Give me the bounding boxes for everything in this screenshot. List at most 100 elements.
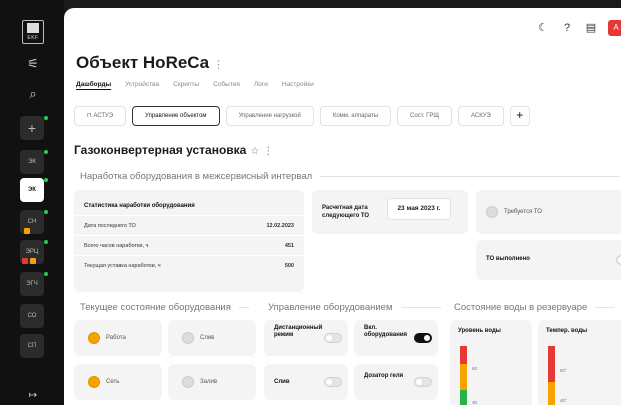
state-label: Слив bbox=[200, 335, 215, 341]
section-control: Управление оборудованием bbox=[268, 302, 441, 313]
tab-events[interactable]: События bbox=[213, 81, 240, 88]
water-level-label: Уровень воды bbox=[458, 328, 501, 334]
state-card-grid: Сеть bbox=[74, 364, 162, 400]
table-row: Текущая уставка наработки, ч 500 bbox=[74, 256, 304, 276]
sidebar-item-1[interactable]: ЭК bbox=[20, 150, 44, 174]
sidebar: EKF ⚟ ⌕ + ЭК ЭК СН ЭРЦ ЭГЧ СО СП ↦ bbox=[0, 0, 64, 405]
state-card-drain: Слив bbox=[168, 320, 256, 356]
divider bbox=[238, 307, 249, 308]
stats-title: Статистика наработки оборудования bbox=[74, 196, 304, 216]
tab-dashboards[interactable]: Дашборды bbox=[76, 81, 111, 88]
status-dot bbox=[44, 116, 48, 120]
row-value: 451 bbox=[284, 242, 294, 249]
page-title-text: Объект HoReCa bbox=[76, 53, 210, 72]
unit-title-text: Газоконвертерная установка bbox=[74, 143, 247, 157]
status-dot bbox=[44, 150, 48, 154]
next-service-date[interactable]: 23 мая 2023 г. bbox=[387, 198, 451, 220]
subtab-object-control[interactable]: Управление объектом bbox=[132, 106, 220, 126]
logout-icon[interactable]: ↦ bbox=[22, 386, 44, 405]
ekf-logo: EKF bbox=[22, 20, 44, 44]
drain-toggle[interactable] bbox=[324, 377, 342, 387]
gel-dispenser-toggle[interactable] bbox=[414, 377, 432, 387]
dashboard-tabs: ⊓ АСТУЭ Управление объектом Управление н… bbox=[74, 106, 530, 126]
row-label: Дата последнего ТО bbox=[84, 222, 136, 229]
subtab-askue[interactable]: АСКУЭ bbox=[458, 106, 504, 126]
section-runtime: Наработка оборудования в межсервисный ин… bbox=[80, 171, 621, 182]
gauge-tick: 40° bbox=[560, 398, 567, 403]
subtab-astue[interactable]: ⊓ АСТУЭ bbox=[74, 106, 127, 126]
add-object-button[interactable]: + bbox=[20, 116, 44, 140]
moon-icon[interactable]: ☾ bbox=[536, 21, 550, 35]
status-dot bbox=[44, 240, 48, 244]
gauge-orange-segment bbox=[460, 364, 467, 390]
sidebar-item-5[interactable]: ЭГЧ bbox=[20, 272, 44, 296]
state-card-fill: Залив bbox=[168, 364, 256, 400]
remote-mode-toggle[interactable] bbox=[324, 333, 342, 343]
subtab-grsch[interactable]: Сост. ГРЩ bbox=[397, 106, 452, 126]
divider bbox=[400, 307, 441, 308]
next-service-label: Расчетная дата следующего ТО bbox=[322, 205, 370, 219]
row-label: Всего часов наработки, ч bbox=[84, 242, 149, 249]
gauge-tick: 30 bbox=[472, 400, 478, 405]
control-card-gel: Дозатор геля bbox=[354, 364, 438, 400]
settings-sliders-icon[interactable]: ⚟ bbox=[22, 54, 44, 74]
control-label: Дозатор геля bbox=[364, 373, 404, 379]
header-actions: ☾ ? ▤ A bbox=[536, 20, 621, 36]
sidebar-item-7[interactable]: СП bbox=[20, 334, 44, 358]
service-done-toggle[interactable] bbox=[616, 255, 621, 265]
section-current: Текущее состояние оборудования bbox=[80, 302, 249, 313]
control-card-drain: Слив bbox=[264, 364, 348, 400]
control-card-power: Вкл. оборудования bbox=[354, 320, 438, 356]
control-label: Дистанционный режим bbox=[274, 325, 323, 338]
sidebar-item-6[interactable]: СО bbox=[20, 304, 44, 328]
status-dot bbox=[44, 272, 48, 276]
tab-scripts[interactable]: Скрипты bbox=[173, 81, 199, 88]
tab-logs[interactable]: Логи bbox=[254, 81, 268, 88]
warning-flag bbox=[24, 228, 30, 234]
service-required-label: Требуется ТО bbox=[504, 209, 542, 215]
control-label: Слив bbox=[274, 379, 290, 385]
status-dot bbox=[44, 178, 48, 182]
star-icon[interactable]: ☆ bbox=[250, 146, 259, 157]
warning-flag bbox=[30, 258, 36, 264]
power-toggle[interactable] bbox=[414, 333, 432, 343]
sidebar-item-2[interactable]: ЭК bbox=[20, 178, 44, 202]
kebab-icon[interactable]: ⋮ bbox=[213, 59, 224, 71]
state-indicator bbox=[88, 376, 100, 388]
alarm-flag bbox=[22, 258, 28, 264]
row-value: 12.02.2023 bbox=[266, 222, 294, 229]
status-dot bbox=[44, 210, 48, 214]
tab-devices[interactable]: Устройства bbox=[125, 81, 159, 88]
logo-mark-icon bbox=[27, 23, 39, 33]
user-avatar[interactable]: A bbox=[608, 20, 621, 36]
subtab-switching[interactable]: Комм. аппараты bbox=[319, 106, 392, 126]
control-label: Вкл. оборудования bbox=[364, 325, 408, 338]
section-water: Состояние воды в резервуаре bbox=[454, 302, 616, 313]
gauge-tick: 60° bbox=[560, 368, 567, 373]
tab-settings[interactable]: Настройки bbox=[282, 81, 314, 88]
divider bbox=[595, 307, 616, 308]
main-tabs: Дашборды Устройства Скрипты События Логи… bbox=[76, 81, 314, 88]
service-done-label: ТО выполнено bbox=[486, 256, 530, 262]
gauge-red-segment bbox=[548, 346, 555, 382]
next-service-card: Расчетная дата следующего ТО 23 мая 2023… bbox=[312, 190, 468, 234]
logo-text: EKF bbox=[27, 35, 39, 41]
help-icon[interactable]: ? bbox=[560, 21, 574, 35]
add-dashboard-button[interactable]: + bbox=[509, 106, 530, 126]
search-icon[interactable]: ⌕ bbox=[22, 84, 44, 104]
state-indicator bbox=[88, 332, 100, 344]
state-label: Работа bbox=[106, 335, 126, 341]
unit-title: Газоконвертерная установка ☆ ⋮ bbox=[74, 143, 273, 157]
archive-icon[interactable]: ▤ bbox=[584, 21, 598, 35]
divider bbox=[320, 176, 621, 177]
service-required-card: Требуется ТО bbox=[476, 190, 621, 234]
row-value: 500 bbox=[284, 263, 294, 269]
kebab-icon[interactable]: ⋮ bbox=[263, 146, 273, 157]
water-level-card: Уровень воды 60 30 bbox=[450, 320, 532, 405]
subtab-load-control[interactable]: Управление нагрузкой bbox=[225, 106, 314, 126]
state-label: Сеть bbox=[106, 379, 120, 385]
state-indicator bbox=[182, 332, 194, 344]
main-panel: ☾ ? ▤ A Объект HoReCa ⋮ Дашборды Устройст… bbox=[64, 8, 621, 405]
water-temp-card: Темпер. воды 60° 40° bbox=[538, 320, 621, 405]
gauge-green-segment bbox=[460, 390, 467, 405]
